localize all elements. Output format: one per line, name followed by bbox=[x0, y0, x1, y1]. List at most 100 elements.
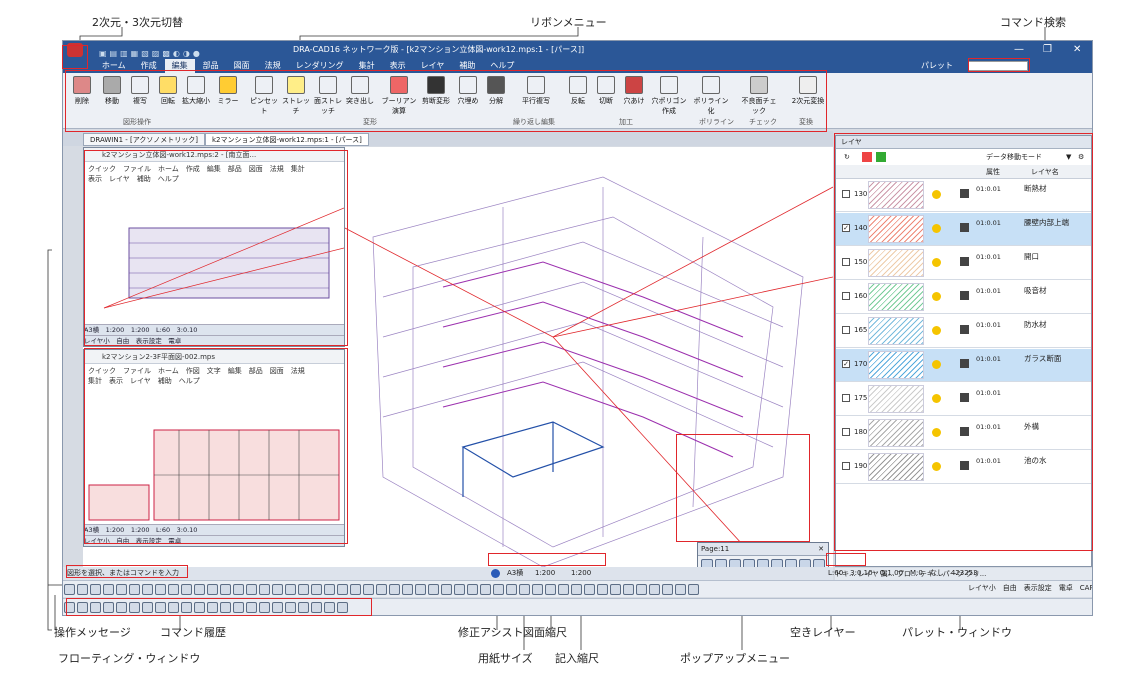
box-status-scales bbox=[488, 553, 606, 566]
tool-icon[interactable] bbox=[64, 584, 75, 595]
callout-ribbon-menu: リボンメニュー bbox=[530, 16, 607, 29]
tool-icon[interactable] bbox=[285, 584, 296, 595]
callout-op-message: 操作メッセージ bbox=[54, 626, 131, 639]
tool-icon[interactable] bbox=[493, 584, 504, 595]
tool-icon[interactable] bbox=[571, 584, 582, 595]
popup-tool-icon[interactable] bbox=[785, 559, 797, 567]
status-right: L:60 3:0.10 Q:1.00 M:0 なし 423253 bbox=[828, 569, 978, 577]
drawing-scale[interactable]: 1:200 bbox=[535, 567, 555, 580]
tool-icon[interactable] bbox=[610, 584, 621, 595]
box-floating-window-1 bbox=[84, 150, 348, 346]
callout-palette-window: パレット・ウィンドウ bbox=[902, 626, 1012, 639]
box-palette bbox=[834, 133, 1093, 551]
tool-icon[interactable] bbox=[441, 584, 452, 595]
paper-size[interactable]: A3横 bbox=[507, 567, 523, 580]
tab-drawin1[interactable]: DRAWIN1 - [アクソノメトリック] bbox=[83, 133, 205, 146]
tool-icon[interactable] bbox=[519, 584, 530, 595]
callout-cmd-history: コマンド履歴 bbox=[160, 626, 226, 639]
popup-tool-icon[interactable] bbox=[799, 559, 811, 567]
callout-2d3d-switch: 2次元・3次元切替 bbox=[92, 16, 183, 29]
popup-tool-icon[interactable] bbox=[757, 559, 769, 567]
tool-icon[interactable] bbox=[350, 584, 361, 595]
tool-icon[interactable] bbox=[142, 584, 153, 595]
tool-icon[interactable] bbox=[246, 584, 257, 595]
box-ribbon bbox=[65, 70, 827, 132]
tool-icon[interactable] bbox=[272, 584, 283, 595]
box-command-search bbox=[968, 58, 1030, 72]
tool-icon[interactable] bbox=[168, 584, 179, 595]
tool-icon[interactable] bbox=[259, 584, 270, 595]
popup-tool-icon[interactable] bbox=[813, 559, 825, 567]
command-toolbar-1: レイヤ小 自由 表示設定 電卓 CAP NUM bbox=[63, 580, 1092, 597]
close-button[interactable]: ✕ bbox=[1073, 41, 1081, 59]
tool-icon[interactable] bbox=[675, 584, 686, 595]
status-right-2: レイヤ小 自由 表示設定 電卓 CAP NUM bbox=[968, 584, 1093, 592]
tool-icon[interactable] bbox=[194, 584, 205, 595]
tool-icon[interactable] bbox=[207, 584, 218, 595]
popup-tool-icon[interactable] bbox=[743, 559, 755, 567]
tool-icon[interactable] bbox=[181, 584, 192, 595]
tool-icon[interactable] bbox=[428, 584, 439, 595]
tool-icon[interactable] bbox=[662, 584, 673, 595]
tool-icon[interactable] bbox=[584, 584, 595, 595]
callout-popup-menu: ポップアップメニュー bbox=[680, 652, 790, 665]
popup-icon-grid bbox=[698, 556, 828, 567]
tool-icon[interactable] bbox=[532, 584, 543, 595]
tool-icon[interactable] bbox=[454, 584, 465, 595]
tool-icon[interactable] bbox=[558, 584, 569, 595]
box-empty-layer bbox=[826, 553, 866, 566]
tool-icon[interactable] bbox=[129, 584, 140, 595]
tool-icon[interactable] bbox=[636, 584, 647, 595]
tool-icon[interactable] bbox=[324, 584, 335, 595]
tool-icon[interactable] bbox=[311, 584, 322, 595]
tool-icon[interactable] bbox=[220, 584, 231, 595]
tab-perspective[interactable]: k2マンション立体図-work12.mps:1 - [パース] bbox=[205, 133, 369, 146]
popup-tool-icon[interactable] bbox=[715, 559, 727, 567]
tool-icon[interactable] bbox=[597, 584, 608, 595]
tool-icon[interactable] bbox=[415, 584, 426, 595]
callout-fix-assist: 修正アシスト bbox=[458, 626, 524, 639]
tool-icon[interactable] bbox=[623, 584, 634, 595]
tool-icon[interactable] bbox=[337, 584, 348, 595]
tool-icon[interactable] bbox=[155, 584, 166, 595]
popup-title: Page:11 bbox=[701, 545, 730, 553]
tool-icon[interactable] bbox=[467, 584, 478, 595]
info-icon[interactable] bbox=[491, 569, 500, 578]
title-bar: ▣▤▥▦▧▨▩◐◑● DRA-CAD16 ネットワーク版 - [k2マンション立… bbox=[63, 41, 1092, 59]
popup-tool-icon[interactable] bbox=[771, 559, 783, 567]
tool-icon[interactable] bbox=[389, 584, 400, 595]
box-floating-window-2 bbox=[84, 348, 348, 544]
tool-icon[interactable] bbox=[90, 584, 101, 595]
tool-icon[interactable] bbox=[376, 584, 387, 595]
tool-icon[interactable] bbox=[688, 584, 699, 595]
entry-scale[interactable]: 1:200 bbox=[571, 567, 591, 580]
tool-icon[interactable] bbox=[545, 584, 556, 595]
box-popup bbox=[676, 434, 810, 542]
tool-icon[interactable] bbox=[103, 584, 114, 595]
callout-paper-size: 用紙サイズ bbox=[478, 652, 533, 665]
box-2d3d-switch bbox=[62, 45, 88, 69]
popup-menu[interactable]: Page:11 ✕ bbox=[697, 542, 829, 567]
tool-icon[interactable] bbox=[77, 584, 88, 595]
tool-icon[interactable] bbox=[363, 584, 374, 595]
popup-close-button[interactable]: ✕ bbox=[818, 543, 824, 556]
tool-icon[interactable] bbox=[649, 584, 660, 595]
document-tabs: DRAWIN1 - [アクソノメトリック] k2マンション立体図-work12.… bbox=[63, 131, 833, 146]
box-op-message bbox=[66, 565, 188, 578]
callout-command-search: コマンド検索 bbox=[1000, 16, 1066, 29]
palette-dropdown[interactable]: パレット bbox=[921, 59, 953, 73]
tool-icon[interactable] bbox=[233, 584, 244, 595]
maximize-button[interactable]: ❐ bbox=[1043, 41, 1052, 59]
tool-icon[interactable] bbox=[298, 584, 309, 595]
popup-tool-icon[interactable] bbox=[701, 559, 713, 567]
tool-icon[interactable] bbox=[506, 584, 517, 595]
tool-icon[interactable] bbox=[480, 584, 491, 595]
tool-icon[interactable] bbox=[116, 584, 127, 595]
popup-tool-icon[interactable] bbox=[729, 559, 741, 567]
callout-entry-scale: 記入縮尺 bbox=[555, 652, 599, 665]
tool-icon[interactable] bbox=[402, 584, 413, 595]
callout-drawing-scale: 図面縮尺 bbox=[523, 626, 567, 639]
window-title: DRA-CAD16 ネットワーク版 - [k2マンション立体図-work12.m… bbox=[293, 45, 585, 54]
callout-empty-layer: 空きレイヤー bbox=[790, 626, 856, 639]
minimize-button[interactable]: — bbox=[1014, 41, 1024, 59]
